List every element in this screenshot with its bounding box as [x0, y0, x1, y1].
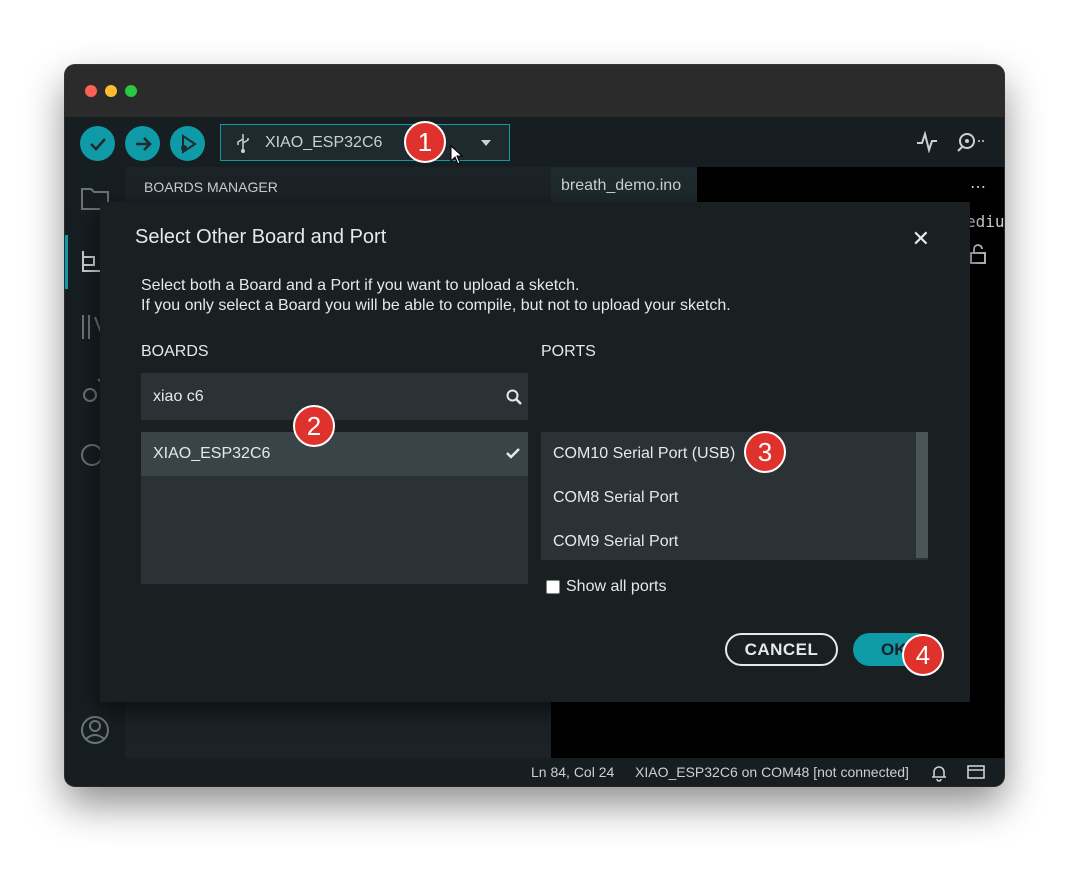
- boards-list: XIAO_ESP32C6: [141, 432, 528, 584]
- account-icon[interactable]: [80, 715, 110, 745]
- ports-scrollbar[interactable]: [916, 432, 928, 558]
- port-item-com9[interactable]: COM9 Serial Port: [541, 520, 915, 564]
- unlock-icon[interactable]: [969, 244, 987, 264]
- callout-badge-1: 1: [404, 121, 446, 163]
- chevron-down-icon: [481, 140, 491, 146]
- editor-partial-text: ediu: [966, 212, 1004, 231]
- serial-plotter-icon[interactable]: [916, 131, 938, 153]
- board-selector-label: XIAO_ESP32C6: [265, 133, 383, 151]
- search-value: xiao c6: [153, 387, 204, 405]
- dialog-description: Select both a Board and a Port if you wa…: [141, 276, 731, 316]
- board-port-status[interactable]: XIAO_ESP32C6 on COM48 [not connected]: [635, 764, 909, 780]
- board-item-label: XIAO_ESP32C6: [153, 445, 271, 462]
- cancel-button[interactable]: CANCEL: [725, 633, 838, 666]
- show-all-ports-checkbox[interactable]: [546, 580, 560, 594]
- ports-list: COM10 Serial Port (USB) COM8 Serial Port…: [541, 432, 928, 560]
- close-icon[interactable]: ✕: [912, 226, 930, 252]
- serial-monitor-icon[interactable]: [955, 130, 989, 154]
- callout-badge-3: 3: [744, 431, 786, 473]
- checkmark-icon: [89, 137, 106, 151]
- board-search-input[interactable]: xiao c6: [141, 373, 528, 420]
- more-actions-icon[interactable]: ⋯: [970, 177, 986, 197]
- select-board-dialog: Select Other Board and Port ✕ Select bot…: [100, 202, 970, 702]
- ports-label: PORTS: [541, 343, 596, 360]
- port-item-com8[interactable]: COM8 Serial Port: [541, 476, 915, 520]
- callout-badge-2: 2: [293, 405, 335, 447]
- minimize-window-button[interactable]: [105, 85, 117, 97]
- upload-button[interactable]: [125, 126, 160, 161]
- search-icon: [506, 389, 522, 405]
- active-view-indicator: [65, 235, 68, 289]
- callout-badge-4: 4: [902, 634, 944, 676]
- description-line-2: If you only select a Board you will be a…: [141, 297, 731, 314]
- usb-icon: [237, 133, 249, 153]
- checkmark-icon: [506, 448, 520, 459]
- zoom-window-button[interactable]: [125, 85, 137, 97]
- toolbar: XIAO_ESP32C6: [65, 117, 1004, 167]
- debug-button[interactable]: [170, 126, 205, 161]
- description-line-1: Select both a Board and a Port if you wa…: [141, 277, 580, 294]
- title-bar: [65, 65, 1004, 117]
- debug-play-icon: [180, 133, 197, 154]
- show-all-ports-option[interactable]: Show all ports: [546, 578, 667, 596]
- board-item-xiao-esp32c6[interactable]: XIAO_ESP32C6: [141, 432, 528, 476]
- panel-icon[interactable]: [967, 764, 985, 780]
- board-selector[interactable]: XIAO_ESP32C6: [220, 124, 510, 161]
- port-item-com10[interactable]: COM10 Serial Port (USB): [541, 432, 915, 476]
- tab-breath-demo[interactable]: breath_demo.ino: [551, 167, 697, 205]
- sidebar-header: BOARDS MANAGER: [144, 179, 278, 195]
- show-all-ports-label: Show all ports: [566, 578, 667, 595]
- bell-icon[interactable]: [931, 764, 947, 782]
- verify-button[interactable]: [80, 126, 115, 161]
- cursor-position[interactable]: Ln 84, Col 24: [531, 764, 614, 780]
- mouse-cursor-icon: [450, 145, 464, 165]
- close-window-button[interactable]: [85, 85, 97, 97]
- dialog-title: Select Other Board and Port: [135, 226, 387, 248]
- arrow-right-icon: [135, 136, 152, 151]
- boards-label: BOARDS: [141, 343, 209, 360]
- status-bar: Ln 84, Col 24 XIAO_ESP32C6 on COM48 [not…: [65, 758, 1004, 786]
